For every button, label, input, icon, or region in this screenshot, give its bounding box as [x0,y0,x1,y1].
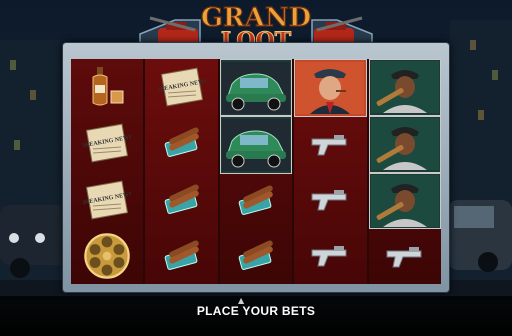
symbol-cigars [145,115,217,171]
symbol-cigars [145,228,217,284]
reel-2: BREAKING NEWS [145,59,218,284]
cigars-icon [164,127,199,158]
pistol-icon [386,246,422,268]
reel-5 [368,59,442,284]
symbol-newspaper: BREAKING NEWS [71,115,143,171]
symbol-revolver-cylinder [71,228,143,284]
newspaper-icon: BREAKING NEWS [83,123,131,163]
cigars-icon [164,240,199,270]
revolver-cylinder-icon [84,233,130,279]
symbol-cigars [220,229,292,284]
symbol-pistol [369,229,441,284]
cigars-icon [238,240,273,271]
gangster-with-bat-icon [370,118,439,171]
cigars-icon [238,185,273,216]
symbol-gangster-bat [368,115,442,173]
symbol-pistol [294,173,366,229]
pistol-icon [311,190,347,211]
reel-1: BREAKING NEWS BREAKING NEWS [71,59,144,284]
vintage-car-icon [222,118,291,171]
reel-4 [294,59,367,284]
gangster-with-bat-icon [370,174,439,227]
cigars-icon [164,184,199,214]
symbol-whiskey [71,59,143,115]
symbol-cigars [145,172,217,228]
symbol-vintage-car [219,59,293,117]
reel-3 [219,59,293,284]
symbol-pistol [294,117,366,173]
symbol-cigars [220,174,292,229]
symbol-mob-boss [294,59,367,117]
newspaper-icon: BREAKING NEWS [83,180,131,220]
symbol-newspaper: BREAKING NEWS [145,59,217,115]
symbol-gangster-bat [368,59,442,116]
gangster-with-bat-icon [370,61,439,114]
reel-grid: BREAKING NEWS BREAKING NEWS BREAKING NEW… [71,59,442,284]
symbol-newspaper: BREAKING NEWS [71,172,143,228]
pistol-icon [311,134,347,156]
symbol-vintage-car [219,116,293,174]
newspaper-icon: BREAKING NEWS [158,67,206,107]
whiskey-bottle-icon [92,67,124,106]
vintage-car-icon [222,61,291,114]
mob-boss-icon [296,61,365,114]
symbol-pistol [294,228,366,284]
place-your-bets-message: PLACE YOUR BETS [196,304,316,318]
symbol-gangster-bat [368,172,442,230]
pistol-icon [311,246,347,267]
